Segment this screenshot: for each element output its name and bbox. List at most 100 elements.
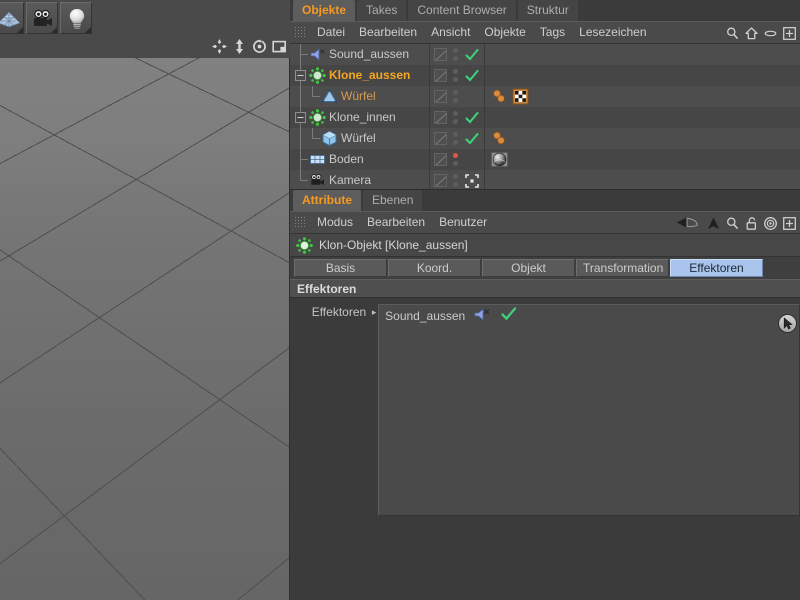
tab-koord[interactable]: Koord. <box>388 259 481 277</box>
home-icon[interactable] <box>744 26 759 41</box>
drag-grip-icon[interactable] <box>294 26 305 39</box>
enable-check-icon[interactable] <box>464 131 480 147</box>
tab-takes[interactable]: Takes <box>357 0 407 21</box>
checker-texture-tag[interactable] <box>511 87 530 106</box>
object-visibility-cell[interactable] <box>429 86 485 107</box>
table-row[interactable]: Würfel <box>290 128 800 149</box>
visibility-dots[interactable] <box>453 153 458 166</box>
unlock-icon[interactable] <box>744 216 759 231</box>
object-visibility-cell[interactable] <box>429 149 485 170</box>
layer-swatch[interactable] <box>434 48 447 61</box>
menu-tags[interactable]: Tags <box>533 22 572 43</box>
drag-grip-icon[interactable] <box>294 216 305 229</box>
maximize-view-icon[interactable] <box>271 38 288 55</box>
object-tree[interactable]: Sound_aussen Klone_aussen Würfel Klone_i… <box>290 44 800 190</box>
menu-modus[interactable]: Modus <box>310 212 360 233</box>
visibility-dots[interactable] <box>453 69 458 82</box>
object-visibility-cell[interactable] <box>429 107 485 128</box>
table-row[interactable]: Sound_aussen <box>290 44 800 65</box>
search-icon[interactable] <box>725 216 740 231</box>
visibility-dots[interactable] <box>453 174 458 187</box>
object-tags-cell[interactable] <box>485 149 800 170</box>
enable-check-icon[interactable] <box>464 47 480 63</box>
visibility-dots[interactable] <box>453 132 458 145</box>
tab-objekt[interactable]: Objekt <box>482 259 575 277</box>
layer-swatch[interactable] <box>434 69 447 82</box>
enable-check-icon[interactable] <box>464 68 480 84</box>
object-tags-cell[interactable] <box>485 107 800 128</box>
table-row[interactable]: Würfel <box>290 86 800 107</box>
layer-swatch[interactable] <box>434 153 447 166</box>
tab-transformation[interactable]: Transformation <box>576 259 669 277</box>
attribute-object-title: Klon-Objekt [Klone_aussen] <box>319 238 468 252</box>
floor-tool-button[interactable] <box>0 2 24 34</box>
menu-benutzer[interactable]: Benutzer <box>432 212 494 233</box>
pan-icon[interactable] <box>211 38 228 55</box>
object-visibility-cell[interactable] <box>429 170 485 189</box>
effector-enabled-check-icon[interactable] <box>500 306 518 325</box>
attribute-manager-tabstrip: Attribute Ebenen <box>290 190 800 211</box>
up-arrow-icon[interactable] <box>706 216 721 231</box>
camera-target-icon[interactable] <box>464 173 480 189</box>
material-tag[interactable] <box>490 129 509 148</box>
enable-check-icon[interactable] <box>464 110 480 126</box>
tab-content-browser[interactable]: Content Browser <box>408 0 516 21</box>
tab-struktur[interactable]: Struktur <box>517 0 578 21</box>
table-row[interactable]: Klone_innen <box>290 107 800 128</box>
visibility-dots[interactable] <box>453 111 458 124</box>
viewport-3d[interactable] <box>0 58 290 600</box>
object-visibility-cell[interactable] <box>429 65 485 86</box>
menu-objekte[interactable]: Objekte <box>477 22 532 43</box>
list-item[interactable]: Sound_aussen <box>379 305 799 326</box>
object-tree-cell[interactable]: Würfel <box>290 128 429 149</box>
menu-bearbeiten[interactable]: Bearbeiten <box>352 22 424 43</box>
object-tags-cell[interactable] <box>485 170 800 189</box>
section-header-effektoren: Effektoren <box>290 279 800 298</box>
object-visibility-cell[interactable] <box>429 44 485 65</box>
camera-tool-button[interactable] <box>26 2 58 34</box>
object-tree-cell[interactable]: Würfel <box>290 86 429 107</box>
search-icon[interactable] <box>725 26 740 41</box>
eye-icon[interactable] <box>763 26 778 41</box>
object-visibility-cell[interactable] <box>429 128 485 149</box>
tab-effektoren[interactable]: Effektoren <box>670 259 763 277</box>
chevron-right-icon[interactable]: ▸ <box>370 304 378 320</box>
object-tags-cell[interactable] <box>485 44 800 65</box>
object-tree-cell[interactable]: Klone_innen <box>290 107 429 128</box>
object-tree-cell[interactable]: Kamera <box>290 170 429 189</box>
object-tags-cell[interactable] <box>485 65 800 86</box>
menu-ansicht[interactable]: Ansicht <box>424 22 477 43</box>
plus-box-icon[interactable] <box>782 26 797 41</box>
target-icon[interactable] <box>763 216 778 231</box>
object-tags-cell[interactable] <box>485 128 800 149</box>
light-tool-button[interactable] <box>60 2 92 34</box>
table-row[interactable]: Boden <box>290 149 800 170</box>
plus-box-icon[interactable] <box>782 216 797 231</box>
table-row[interactable]: Klone_aussen <box>290 65 800 86</box>
pick-object-button[interactable] <box>778 314 797 333</box>
back-arrow-icon[interactable] <box>676 216 702 231</box>
reflective-material-tag[interactable] <box>490 150 509 169</box>
menu-bearbeiten[interactable]: Bearbeiten <box>360 212 432 233</box>
tab-objekte[interactable]: Objekte <box>293 0 356 21</box>
tab-ebenen[interactable]: Ebenen <box>363 190 423 211</box>
object-tags-cell[interactable] <box>485 86 800 107</box>
layer-swatch[interactable] <box>434 111 447 124</box>
object-tree-cell[interactable]: Sound_aussen <box>290 44 429 65</box>
dolly-icon[interactable] <box>231 38 248 55</box>
layer-swatch[interactable] <box>434 90 447 103</box>
visibility-dots[interactable] <box>453 48 458 61</box>
layer-swatch[interactable] <box>434 132 447 145</box>
menu-datei[interactable]: Datei <box>310 22 352 43</box>
object-tree-cell[interactable]: Klone_aussen <box>290 65 429 86</box>
object-tree-cell[interactable]: Boden <box>290 149 429 170</box>
menu-lesezeichen[interactable]: Lesezeichen <box>572 22 653 43</box>
material-tag[interactable] <box>490 87 509 106</box>
table-row[interactable]: Kamera <box>290 170 800 189</box>
tab-attribute[interactable]: Attribute <box>293 190 361 211</box>
visibility-dots[interactable] <box>453 90 458 103</box>
rotate-icon[interactable] <box>251 38 268 55</box>
layer-swatch[interactable] <box>434 174 447 187</box>
tab-basis[interactable]: Basis <box>294 259 387 277</box>
effektoren-link-list[interactable]: Sound_aussen <box>378 304 800 516</box>
